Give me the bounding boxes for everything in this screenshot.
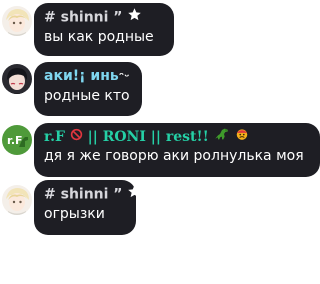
- avatar[interactable]: r.F: [2, 125, 32, 155]
- author-name[interactable]: r.F || RONI || rest!!: [44, 127, 310, 147]
- author-name[interactable]: # shinni ”: [44, 7, 164, 28]
- anime-dark-avatar-icon: [2, 64, 32, 94]
- angry-face-icon: [235, 127, 249, 147]
- star-icon: [127, 7, 142, 28]
- author-name-text[interactable]: # shinni ”: [44, 187, 123, 203]
- message-text: дя я же говорю аки ролнулька моя: [44, 148, 304, 164]
- green-dino-avatar-icon: r.F: [2, 125, 32, 155]
- author-name-tag[interactable]: || RONI || rest!!: [83, 129, 209, 145]
- avatar[interactable]: [2, 64, 32, 94]
- message-bubble[interactable]: аки!¡ иньᵔᵕ родные кто: [34, 62, 142, 116]
- dinosaur-icon: [214, 127, 230, 147]
- avatar[interactable]: [2, 6, 32, 36]
- message-text: огрызки: [44, 206, 105, 222]
- message-bubble[interactable]: # shinni ” огрызки: [34, 180, 142, 235]
- author-name-text[interactable]: аки!¡ инь: [44, 68, 119, 84]
- chat-message: r.F r.F || RONI || rest!! дя я же говорю…: [0, 122, 320, 178]
- chat-message: аки!¡ иньᵔᵕ родные кто: [0, 62, 320, 118]
- chat-message: # shinni ” огрызки: [0, 180, 320, 236]
- message-text: вы как родные: [44, 29, 154, 45]
- star-icon: [127, 184, 142, 205]
- author-name-text[interactable]: # shinni ”: [44, 10, 123, 26]
- kaomoji-decoration: ᵔᵕ: [118, 70, 130, 83]
- author-name[interactable]: аки!¡ иньᵔᵕ: [44, 66, 132, 87]
- author-name-text[interactable]: r.F: [44, 129, 65, 145]
- anime-blonde-avatar-icon: [2, 6, 32, 36]
- anime-blonde-avatar-icon: [2, 185, 32, 215]
- message-bubble[interactable]: r.F || RONI || rest!! дя я же говорю аки…: [34, 123, 320, 177]
- message-bubble[interactable]: # shinni ” вы как родные: [34, 3, 174, 56]
- message-text: родные кто: [44, 88, 130, 104]
- chat-message: # shinni ” вы как родные: [0, 2, 320, 58]
- author-name[interactable]: # shinni ”: [44, 184, 142, 205]
- avatar[interactable]: [2, 185, 32, 215]
- no-entry-icon: [70, 127, 83, 147]
